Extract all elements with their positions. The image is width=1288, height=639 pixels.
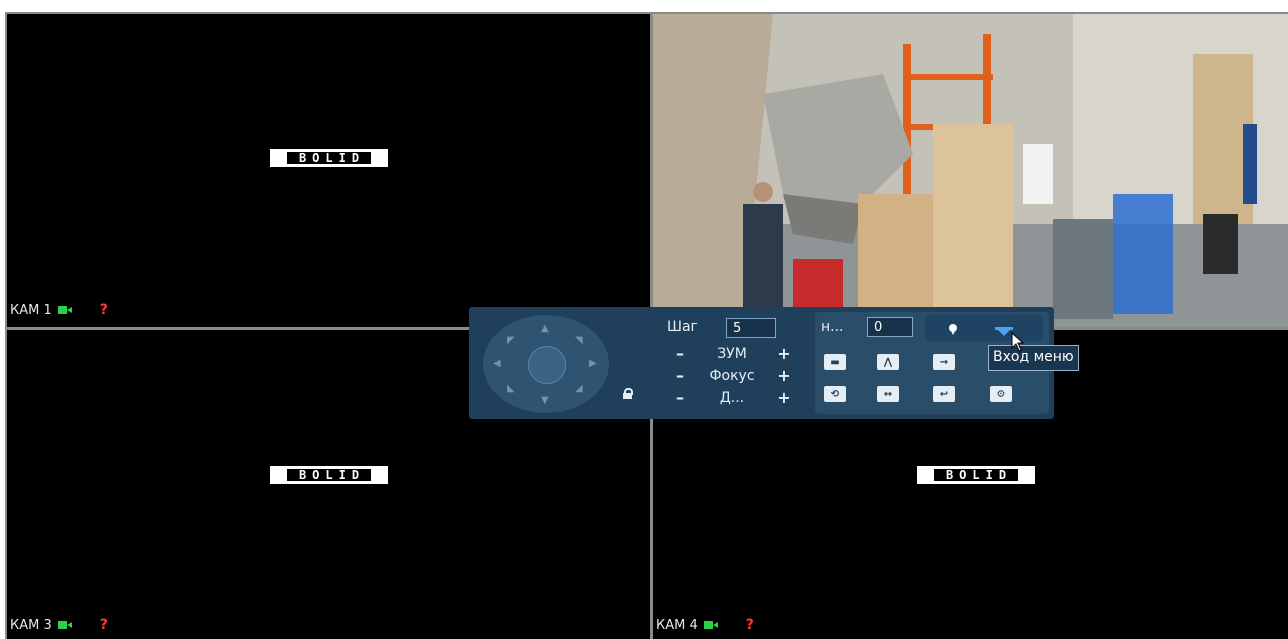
pattern-icon[interactable]: → [933,354,955,370]
iris-minus-button[interactable]: – [673,388,687,407]
lock-icon[interactable] [623,388,633,399]
bolid-logo: BOLID [917,466,1035,484]
arrow-up-right-icon[interactable]: ◥ [575,335,583,346]
camera-icon[interactable]: ▬ [824,354,846,370]
preset-actions [925,315,1043,341]
iris-control: – Д... + [673,388,791,407]
arrow-down-icon[interactable]: ▼ [541,395,549,406]
arrow-down-left-icon[interactable]: ◣ [507,383,515,394]
pin-icon[interactable] [949,324,957,335]
camera-name: КАМ 1 [10,302,52,318]
zoom-area-icon[interactable] [528,346,566,384]
camera-record-icon [57,621,72,629]
focus-label: Фокус [709,367,755,384]
camera-label: КАМ 1 ? [10,302,108,318]
settings-icon[interactable]: ⚙ [990,386,1012,402]
arrow-right-icon[interactable]: ▶ [589,358,597,369]
zoom-minus-button[interactable]: – [673,344,687,363]
preset-input[interactable] [867,317,913,337]
step-label: Шаг [667,319,698,335]
zoom-control: – ЗУМ + [673,344,791,363]
iris-label: Д... [719,389,745,406]
camera-record-icon [57,306,72,314]
ptz-control-panel: ▲ ▼ ◀ ▶ ◤ ◥ ◣ ◢ Шаг – ЗУМ + – Фокус + – … [469,307,1054,419]
arrow-down-right-icon[interactable]: ◢ [575,383,583,394]
camera-tile-1[interactable]: BOLID КАМ 1 ? [7,14,650,327]
camera-label: КАМ 4 ? [656,617,754,633]
arrow-up-icon[interactable]: ▲ [541,323,549,334]
arrow-left-icon[interactable]: ◀ [493,358,501,369]
scan-icon[interactable]: ⟲ [824,386,846,402]
camera-label: КАМ 3 ? [10,617,108,633]
zoom-label: ЗУМ [717,345,747,362]
tile-number: 3 [640,620,649,635]
iris-plus-button[interactable]: + [777,388,791,407]
step-input[interactable] [726,318,776,338]
warning-icon: ? [745,617,754,633]
camera-tile-2[interactable] [653,14,1288,327]
focus-plus-button[interactable]: + [777,366,791,385]
menu-tooltip: Вход меню [988,345,1079,371]
camera-name: КАМ 3 [10,617,52,633]
bolid-logo: BOLID [270,466,388,484]
arrow-up-left-icon[interactable]: ◤ [507,335,515,346]
warehouse-video-feed [653,14,1288,327]
zoom-plus-button[interactable]: + [777,344,791,363]
camera-name: КАМ 4 [656,617,698,633]
preset-label: н... [821,319,844,335]
warning-icon: ? [99,302,108,318]
bolid-logo: BOLID [270,149,388,167]
back-icon[interactable]: ↩ [933,386,955,402]
focus-minus-button[interactable]: – [673,366,687,385]
focus-control: – Фокус + [673,366,791,385]
warning-icon: ? [99,617,108,633]
direction-pad[interactable]: ▲ ▼ ◀ ▶ ◤ ◥ ◣ ◢ [483,315,609,413]
camera-record-icon [703,621,718,629]
flip-icon[interactable]: ↔ [877,386,899,402]
tour-icon[interactable]: ⋀ [877,354,899,370]
